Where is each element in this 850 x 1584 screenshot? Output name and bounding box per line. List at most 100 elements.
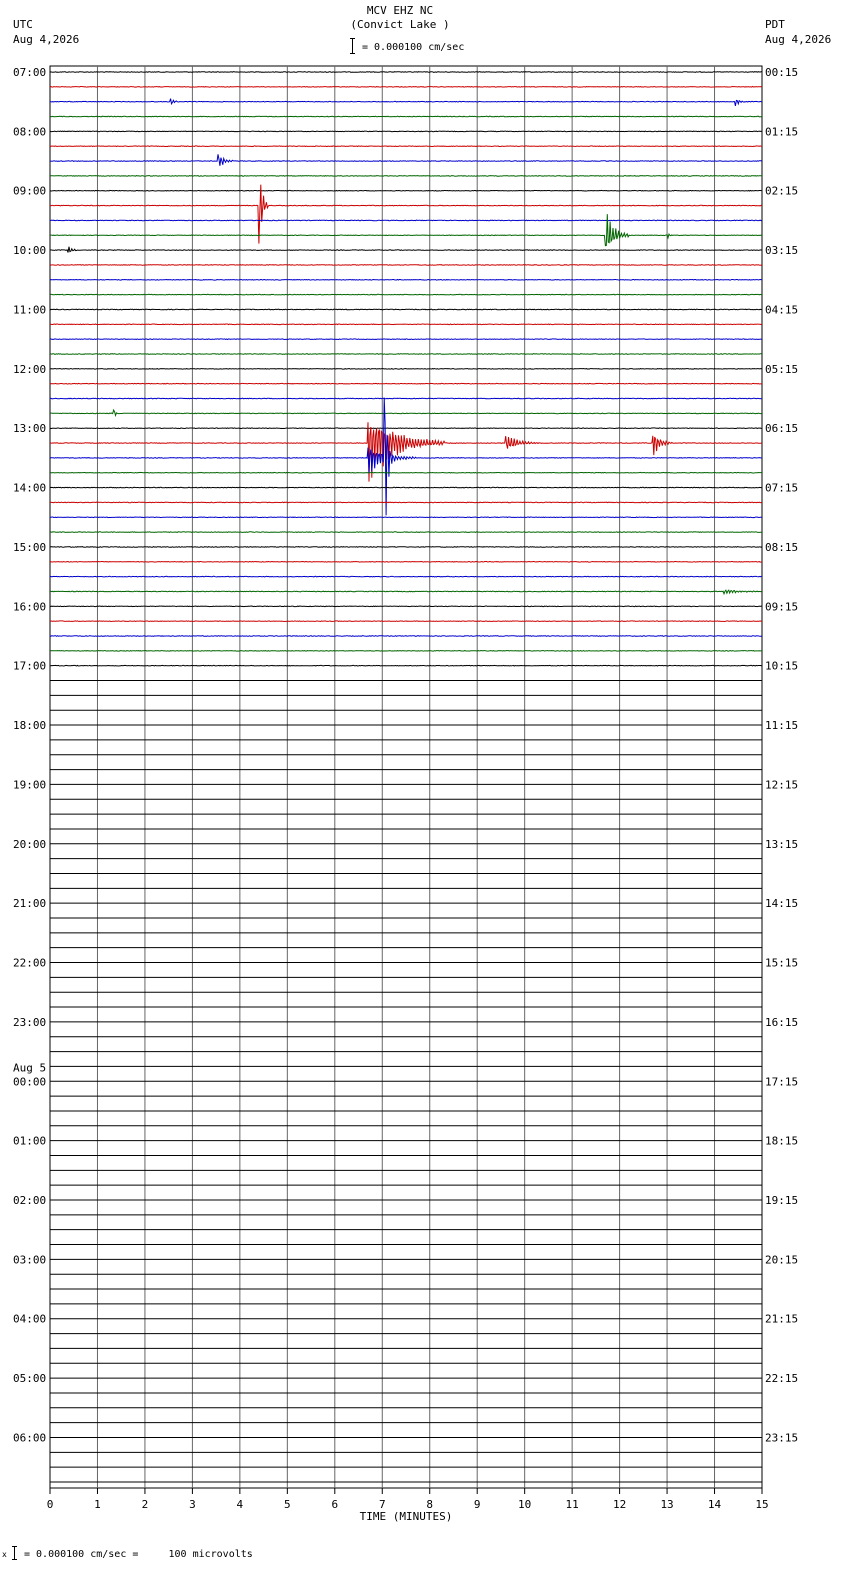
pdt-hour-label: 10:15 — [765, 660, 798, 673]
trace-row — [49, 427, 763, 430]
trace-row — [49, 246, 762, 253]
trace-row — [49, 546, 763, 548]
trace-row — [49, 98, 763, 107]
trace-row — [49, 501, 763, 504]
x-tick-label: 12 — [613, 1498, 626, 1511]
pdt-hour-label: 09:15 — [765, 600, 798, 613]
utc-hour-label: 02:00 — [13, 1194, 46, 1207]
pdt-hour-label: 00:15 — [765, 66, 798, 79]
trace-row — [49, 189, 762, 192]
pdt-hour-label: 19:15 — [765, 1194, 798, 1207]
utc-hour-label: 22:00 — [13, 957, 46, 970]
x-tick-label: 3 — [189, 1498, 196, 1511]
utc-hour-label: 19:00 — [13, 778, 46, 791]
trace-row — [49, 397, 763, 516]
trace-row — [49, 471, 762, 474]
utc-hour-label: 00:00 — [13, 1075, 46, 1088]
utc-hour-label: 03:00 — [13, 1253, 46, 1266]
trace-row — [49, 323, 763, 326]
trace-row — [49, 605, 762, 608]
pdt-hour-label: 02:15 — [765, 185, 798, 198]
pdt-hour-label: 05:15 — [765, 363, 798, 376]
trace-row — [49, 145, 762, 148]
trace-row — [49, 486, 763, 489]
trace-row — [49, 338, 763, 341]
pdt-hour-label: 21:15 — [765, 1313, 798, 1326]
utc-hour-label: 20:00 — [13, 838, 46, 851]
trace-row — [49, 353, 763, 355]
footer-scale-bar-icon — [12, 1546, 17, 1560]
pdt-hour-label: 11:15 — [765, 719, 798, 732]
utc-hour-label: 23:00 — [13, 1016, 46, 1029]
x-tick-label: 15 — [755, 1498, 768, 1511]
trace-row — [49, 219, 763, 222]
x-tick-label: 4 — [237, 1498, 244, 1511]
x-tick-label: 6 — [331, 1498, 338, 1511]
utc-hour-label: 10:00 — [13, 244, 46, 257]
pdt-hour-label: 20:15 — [765, 1253, 798, 1266]
utc-hour-label: 17:00 — [13, 660, 46, 673]
trace-row — [49, 71, 763, 73]
utc-hour-label: 14:00 — [13, 482, 46, 495]
utc-hour-label: 01:00 — [13, 1135, 46, 1148]
utc-hour-label: 11:00 — [13, 303, 46, 316]
pdt-hour-label: 23:15 — [765, 1431, 798, 1444]
pdt-hour-label: 13:15 — [765, 838, 798, 851]
x-tick-label: 13 — [660, 1498, 673, 1511]
pdt-hour-label: 04:15 — [765, 303, 798, 316]
utc-hour-label: 13:00 — [13, 422, 46, 435]
utc-hour-label: 05:00 — [13, 1372, 46, 1385]
trace-row — [49, 115, 763, 118]
x-tick-label: 11 — [566, 1498, 579, 1511]
pdt-hour-label: 06:15 — [765, 422, 798, 435]
trace-row — [49, 175, 763, 177]
x-tick-label: 9 — [474, 1498, 481, 1511]
pdt-hour-label: 07:15 — [765, 482, 798, 495]
pdt-hour-label: 03:15 — [765, 244, 798, 257]
trace-row — [49, 278, 763, 281]
trace-row — [49, 308, 762, 311]
pdt-hour-label: 14:15 — [765, 897, 798, 910]
utc-hour-label: 04:00 — [13, 1313, 46, 1326]
trace-row — [49, 664, 763, 667]
utc-hour-label: 16:00 — [13, 600, 46, 613]
trace-row — [49, 635, 763, 637]
trace-row — [49, 293, 763, 296]
footer-scale-text: = 0.000100 cm/sec = 100 microvolts — [24, 1549, 253, 1560]
trace-row — [49, 130, 763, 133]
trace-row — [50, 214, 763, 247]
trace-row — [49, 531, 763, 533]
utc-hour-label: 09:00 — [13, 185, 46, 198]
pdt-hour-label: 17:15 — [765, 1075, 798, 1088]
pdt-hour-label: 15:15 — [765, 957, 798, 970]
trace-row — [49, 560, 763, 563]
pdt-hour-label: 12:15 — [765, 778, 798, 791]
trace-row — [49, 264, 763, 266]
pdt-hour-label: 22:15 — [765, 1372, 798, 1385]
trace-row — [49, 408, 763, 418]
utc-hour-label: 12:00 — [13, 363, 46, 376]
helicorder-plot: 07:00 00:15 08:00 01:15 09:00 02:15 10:00 03:15… — [13, 65, 798, 1523]
trace-row — [50, 516, 763, 519]
x-tick-label: 0 — [47, 1498, 54, 1511]
trace-row — [49, 367, 763, 370]
trace-row — [50, 649, 763, 652]
utc-hour-label: 21:00 — [13, 897, 46, 910]
utc-hour-label: 18:00 — [13, 719, 46, 732]
trace-row — [49, 154, 763, 166]
utc-hour-label: 08:00 — [13, 125, 46, 138]
utc-hour-label: 07:00 — [13, 66, 46, 79]
trace-row — [49, 620, 763, 623]
x-tick-label: 5 — [284, 1498, 291, 1511]
trace-row — [49, 85, 763, 88]
x-tick-label: 2 — [142, 1498, 149, 1511]
date-change-label: Aug 5 — [13, 1061, 46, 1074]
trace-row — [49, 397, 762, 400]
x-tick-label: 10 — [518, 1498, 531, 1511]
utc-hour-label: 15:00 — [13, 541, 46, 554]
pdt-hour-label: 18:15 — [765, 1135, 798, 1148]
trace-row — [49, 589, 763, 596]
pdt-hour-label: 08:15 — [765, 541, 798, 554]
x-tick-label: 1 — [94, 1498, 101, 1511]
x-tick-label: 14 — [708, 1498, 722, 1511]
